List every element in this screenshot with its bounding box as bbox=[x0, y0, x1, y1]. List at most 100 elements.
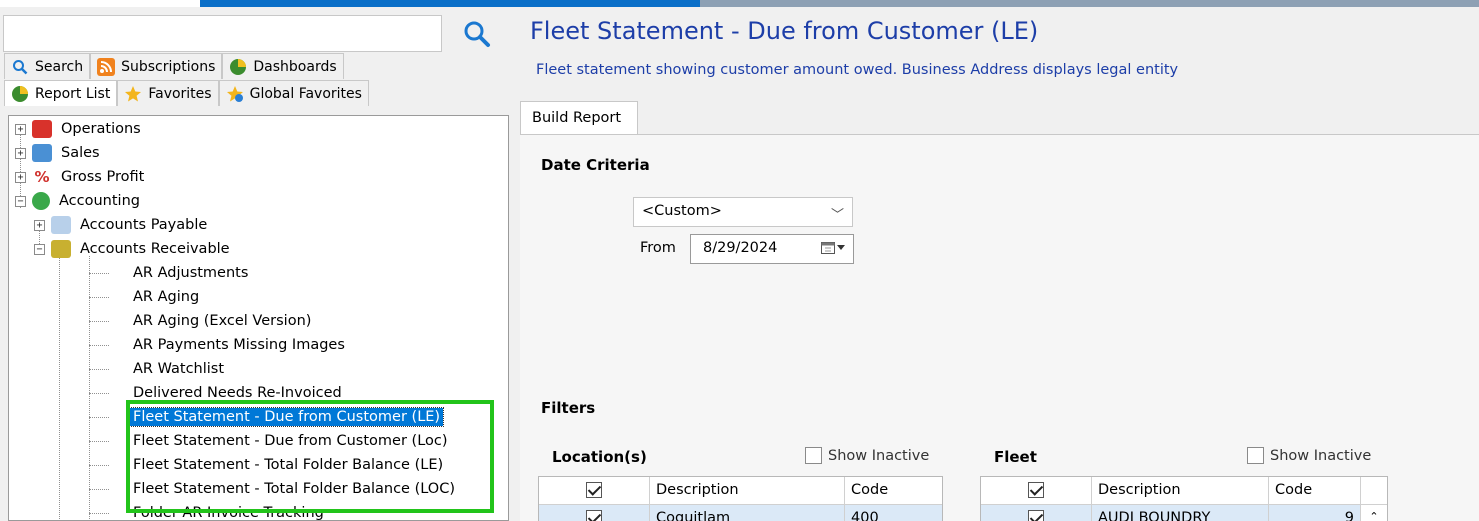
calendar-icon[interactable] bbox=[821, 241, 845, 254]
date-criteria-heading: Date Criteria bbox=[541, 156, 650, 174]
checkbox-checked[interactable] bbox=[586, 482, 602, 498]
tab-global-favorites[interactable]: Global Favorites bbox=[218, 80, 369, 106]
nav-tabs-row-2: Report List Favorites Global Favorites bbox=[4, 80, 369, 106]
fleet-grid: Description Code AUDI BOUNDRY 9 ⌃ bbox=[980, 476, 1388, 521]
date-range-value: <Custom> bbox=[642, 203, 722, 219]
fleet-description-cell[interactable]: AUDI BOUNDRY bbox=[1092, 505, 1269, 521]
tree-connector bbox=[89, 369, 109, 370]
tree-connector bbox=[89, 345, 109, 346]
column-header-code[interactable]: Code bbox=[1269, 477, 1361, 505]
search-icon bbox=[11, 58, 29, 76]
tab-label: Search bbox=[35, 58, 84, 75]
checkbox-checked[interactable] bbox=[1028, 482, 1044, 498]
tab-dashboards[interactable]: Dashboards bbox=[222, 53, 344, 79]
show-inactive-label: Show Inactive bbox=[828, 447, 930, 464]
build-report-panel: Date Criteria <Custom> ﹀ From 8/29/2024 … bbox=[520, 134, 1479, 521]
tab-label: Favorites bbox=[148, 85, 212, 102]
tab-label: Global Favorites bbox=[249, 85, 362, 102]
tree-node-accounts-payable[interactable]: + Accounts Payable bbox=[34, 214, 210, 236]
from-date-field[interactable]: 8/29/2024 bbox=[690, 234, 854, 264]
location-show-inactive[interactable]: Show Inactive bbox=[805, 447, 929, 464]
location-code-cell[interactable]: 400 bbox=[845, 505, 942, 521]
report-item[interactable]: AR Payments Missing Images bbox=[130, 334, 348, 356]
pie-chart-icon bbox=[11, 85, 29, 103]
expand-icon[interactable]: + bbox=[34, 219, 45, 231]
tab-label: Dashboards bbox=[253, 58, 337, 75]
scroll-up-icon[interactable]: ⌃ bbox=[1361, 505, 1387, 521]
row-checkbox-cell[interactable] bbox=[539, 505, 650, 521]
location-description-cell[interactable]: Coquitlam bbox=[650, 505, 845, 521]
top-strip-tab bbox=[0, 0, 200, 7]
tree-connector bbox=[89, 297, 109, 298]
tab-subscriptions[interactable]: Subscriptions bbox=[90, 53, 223, 79]
checkbox-checked[interactable] bbox=[1028, 510, 1044, 521]
highlight-annotation-box bbox=[126, 400, 494, 513]
tree-connector bbox=[89, 441, 109, 442]
report-item[interactable]: AR Aging bbox=[130, 286, 202, 308]
tree-connector bbox=[89, 489, 109, 490]
report-search-input[interactable] bbox=[3, 15, 442, 52]
pie-chart-icon bbox=[229, 58, 247, 76]
document-icon bbox=[51, 216, 71, 234]
column-header-description[interactable]: Description bbox=[1092, 477, 1269, 505]
fleet-filter-title: Fleet bbox=[994, 448, 1037, 466]
tab-label: Report List bbox=[35, 85, 111, 102]
select-all-header[interactable] bbox=[539, 477, 650, 505]
tab-build-report[interactable]: Build Report bbox=[520, 101, 638, 135]
expand-icon[interactable]: + bbox=[15, 147, 26, 159]
tab-favorites[interactable]: Favorites bbox=[117, 80, 219, 106]
accounting-icon bbox=[32, 192, 50, 210]
location-filter-title: Location(s) bbox=[552, 448, 647, 466]
tree-connector bbox=[89, 256, 90, 520]
fleet-code-cell[interactable]: 9 bbox=[1269, 505, 1361, 521]
collapse-icon[interactable]: − bbox=[34, 243, 45, 255]
nav-tabs-row-1: Search Subscriptions Dashboards bbox=[4, 53, 344, 79]
report-item[interactable]: AR Watchlist bbox=[130, 358, 227, 380]
fleet-show-inactive[interactable]: Show Inactive bbox=[1247, 447, 1371, 464]
scrollbar-header bbox=[1361, 477, 1387, 505]
chevron-down-icon: ﹀ bbox=[830, 208, 844, 223]
report-item[interactable]: AR Adjustments bbox=[130, 262, 251, 284]
tree-node-operations[interactable]: + Operations bbox=[15, 118, 144, 140]
sales-chart-icon bbox=[32, 144, 52, 162]
tab-label: Subscriptions bbox=[121, 58, 216, 75]
checkbox-checked[interactable] bbox=[586, 510, 602, 521]
report-title: Fleet Statement - Due from Customer (LE) bbox=[530, 17, 1039, 45]
star-icon bbox=[124, 85, 142, 103]
tree-connector bbox=[89, 273, 109, 274]
search-icon[interactable] bbox=[460, 19, 494, 49]
rss-icon bbox=[97, 57, 116, 76]
collapse-icon[interactable]: − bbox=[15, 195, 26, 207]
select-all-header[interactable] bbox=[981, 477, 1092, 505]
show-inactive-checkbox[interactable] bbox=[805, 447, 822, 464]
window-top-strip bbox=[0, 0, 1479, 7]
date-range-select[interactable]: <Custom> ﹀ bbox=[633, 197, 853, 227]
report-item[interactable]: AR Aging (Excel Version) bbox=[130, 310, 314, 332]
location-grid: Description Code Coquitlam 400 bbox=[538, 476, 943, 521]
tab-report-list[interactable]: Report List bbox=[4, 80, 118, 106]
tab-search[interactable]: Search bbox=[4, 53, 91, 79]
report-detail-panel: Fleet Statement - Due from Customer (LE)… bbox=[515, 7, 1479, 521]
expand-icon[interactable]: + bbox=[15, 123, 26, 135]
tree-connector bbox=[89, 513, 109, 514]
show-inactive-checkbox[interactable] bbox=[1247, 447, 1264, 464]
tree-node-sales[interactable]: + Sales bbox=[15, 142, 103, 164]
report-navigator: Search Subscriptions Dashboards Report L… bbox=[0, 7, 515, 521]
top-strip-region bbox=[700, 0, 1479, 7]
from-date-value: 8/29/2024 bbox=[703, 240, 778, 256]
show-inactive-label: Show Inactive bbox=[1270, 447, 1372, 464]
column-header-code[interactable]: Code bbox=[845, 477, 942, 505]
tree-connector bbox=[89, 321, 109, 322]
tree-connector bbox=[59, 256, 60, 520]
expand-icon[interactable]: + bbox=[15, 171, 26, 183]
row-checkbox-cell[interactable] bbox=[981, 505, 1092, 521]
column-header-description[interactable]: Description bbox=[650, 477, 845, 505]
filters-heading: Filters bbox=[541, 399, 596, 417]
tree-node-gross-profit[interactable]: + % Gross Profit bbox=[15, 166, 147, 188]
tree-connector bbox=[89, 465, 109, 466]
report-description: Fleet statement showing customer amount … bbox=[536, 62, 1179, 78]
from-label: From bbox=[640, 240, 676, 256]
tree-node-accounting[interactable]: − Accounting bbox=[15, 190, 143, 212]
car-icon bbox=[32, 120, 52, 138]
tree-node-accounts-receivable[interactable]: − Accounts Receivable bbox=[34, 238, 233, 260]
